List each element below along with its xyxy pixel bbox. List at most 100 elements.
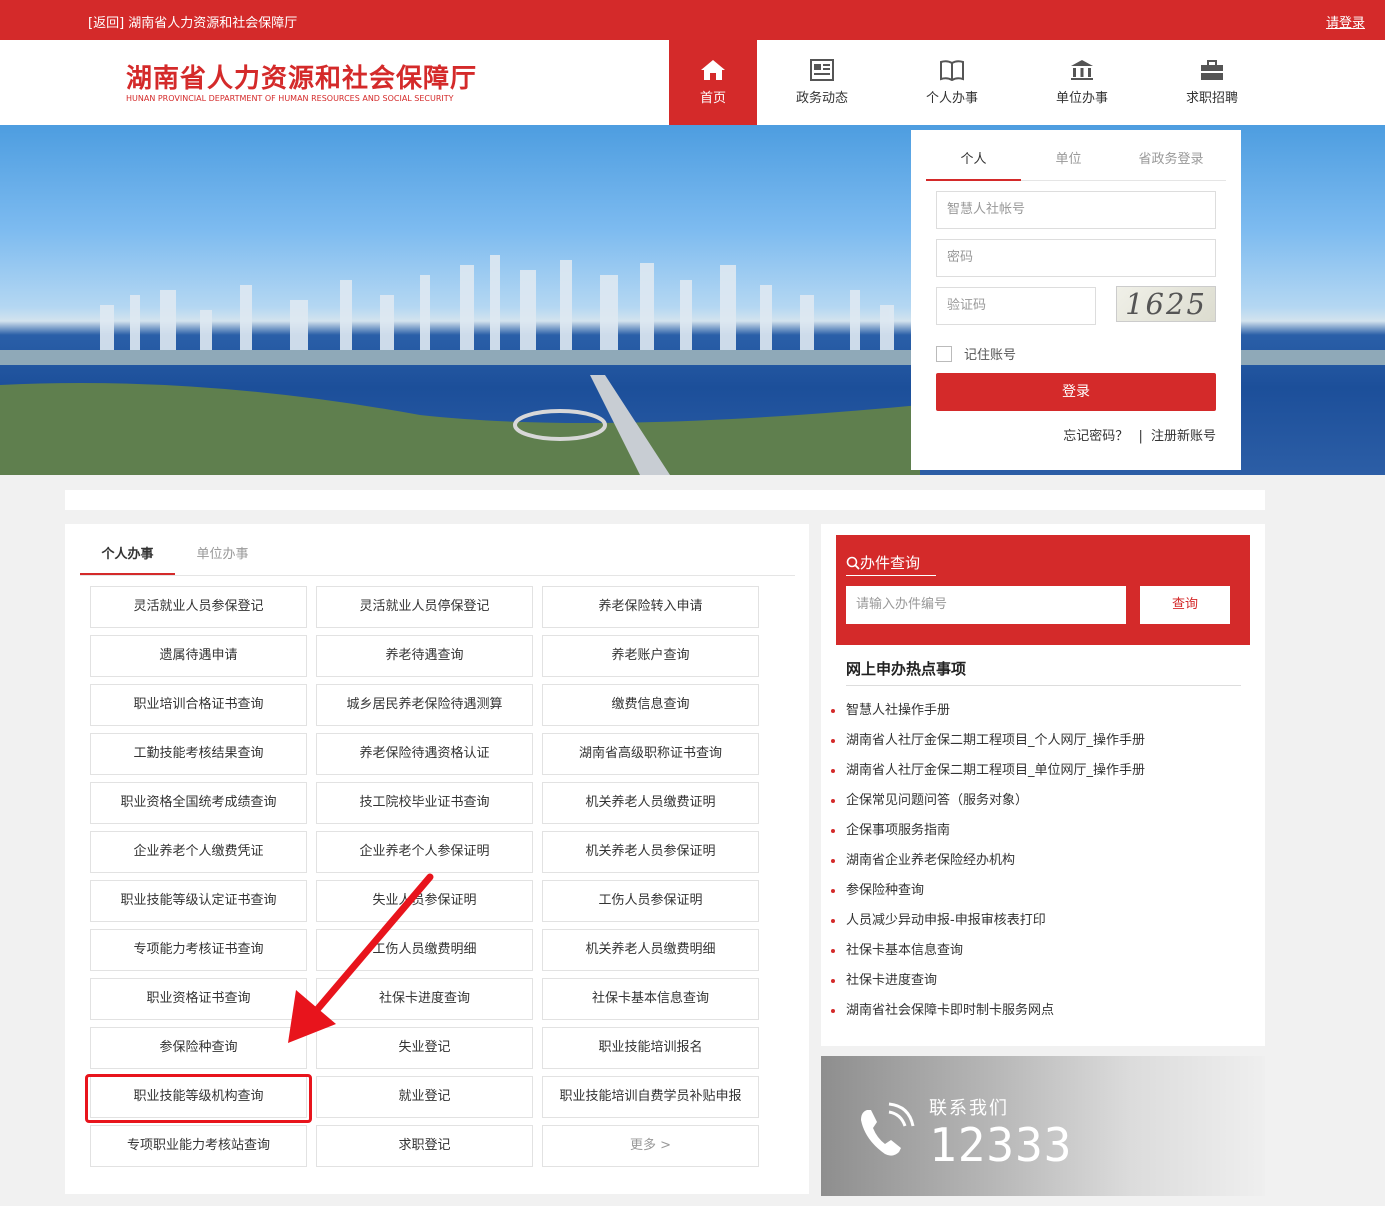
nav-label: 个人办事	[925, 91, 978, 106]
service-item[interactable]: 职业技能等级机构查询	[90, 1076, 307, 1118]
service-item[interactable]: 求职登记	[316, 1125, 533, 1167]
nav-home[interactable]: 首页	[669, 40, 757, 125]
forgot-password-link[interactable]: 忘记密码？	[1063, 429, 1128, 444]
account-input[interactable]: 智慧人社帐号	[936, 191, 1216, 229]
bullet-dot-icon	[831, 709, 835, 713]
service-item[interactable]: 职业技能等级认定证书查询	[90, 880, 307, 922]
hot-item-label: 湖南省企业养老保险经办机构	[846, 853, 1016, 868]
site-header: 湖南省人力资源和社会保障厅 HUNAN PROVINCIAL DEPARTMEN…	[0, 40, 1385, 125]
password-input[interactable]: 密码	[936, 239, 1216, 277]
service-item[interactable]: 机关养老人员缴费明细	[542, 929, 759, 971]
service-item[interactable]: 工伤人员参保证明	[542, 880, 759, 922]
bullet-dot-icon	[831, 979, 835, 983]
service-item[interactable]: 灵活就业人员停保登记	[316, 586, 533, 628]
nav-unit[interactable]: 单位办事	[1017, 40, 1147, 125]
tab-unit[interactable]: 单位	[1021, 148, 1116, 181]
hot-item[interactable]: 湖南省人社厅金保二期工程项目_单位网厅_操作手册	[831, 756, 1145, 786]
link-separator: |	[1138, 429, 1143, 444]
service-item[interactable]: 职业技能培训自费学员补贴申报	[542, 1076, 759, 1118]
service-item[interactable]: 专项职业能力考核站查询	[90, 1125, 307, 1167]
service-item[interactable]: 缴费信息查询	[542, 684, 759, 726]
service-item[interactable]: 失业人员参保证明	[316, 880, 533, 922]
service-item[interactable]: 养老账户查询	[542, 635, 759, 677]
hot-item-label: 参保险种查询	[846, 883, 925, 898]
more-services-link[interactable]: 更多 >	[542, 1125, 759, 1167]
service-item[interactable]: 技工院校毕业证书查询	[316, 782, 533, 824]
bullet-dot-icon	[831, 799, 835, 803]
bullet-dot-icon	[831, 889, 835, 893]
services-tabs: 个人办事 单位办事	[80, 539, 795, 576]
login-link[interactable]: 请登录	[1326, 12, 1365, 31]
service-item[interactable]: 职业资格全国统考成绩查询	[90, 782, 307, 824]
back-link[interactable]: [返回] 湖南省人力资源和社会保障厅	[88, 12, 297, 31]
register-link[interactable]: 注册新账号	[1151, 429, 1216, 444]
service-item[interactable]: 职业培训合格证书查询	[90, 684, 307, 726]
tab-personal-services[interactable]: 个人办事	[80, 539, 175, 575]
service-item[interactable]: 专项能力考核证书查询	[90, 929, 307, 971]
hot-items-list: 智慧人社操作手册湖南省人社厅金保二期工程项目_个人网厅_操作手册湖南省人社厅金保…	[831, 696, 1145, 1026]
service-item[interactable]: 城乡居民养老保险待遇测算	[316, 684, 533, 726]
remember-checkbox[interactable]	[936, 345, 952, 362]
remember-account[interactable]: 记住账号	[936, 344, 1016, 363]
service-item[interactable]: 养老待遇查询	[316, 635, 533, 677]
hot-item-label: 湖南省人社厅金保二期工程项目_个人网厅_操作手册	[846, 733, 1146, 748]
nav-label: 政务动态	[795, 91, 848, 106]
login-links: 忘记密码？ | 注册新账号	[1063, 425, 1216, 444]
case-query-label: 办件查询	[860, 554, 921, 572]
tab-unit-services[interactable]: 单位办事	[175, 539, 270, 575]
contact-banner[interactable]: 联系我们 12333	[821, 1056, 1265, 1196]
home-icon	[701, 60, 725, 80]
service-item[interactable]: 社保卡进度查询	[316, 978, 533, 1020]
service-item[interactable]: 就业登记	[316, 1076, 533, 1118]
hot-item-label: 湖南省社会保障卡即时制卡服务网点	[846, 1003, 1055, 1018]
bullet-dot-icon	[831, 829, 835, 833]
service-item[interactable]: 工勤技能考核结果查询	[90, 733, 307, 775]
tab-personal[interactable]: 个人	[926, 148, 1021, 181]
services-panel: 个人办事 单位办事 灵活就业人员参保登记 灵活就业人员停保登记 养老保险转入申请遗属…	[65, 524, 809, 1194]
service-item[interactable]: 机关养老人员参保证明	[542, 831, 759, 873]
service-item[interactable]: 参保险种查询	[90, 1027, 307, 1069]
logo-title[interactable]: 湖南省人力资源和社会保障厅	[126, 58, 477, 95]
service-item[interactable]: 机关养老人员缴费证明	[542, 782, 759, 824]
hot-items-title: 网上申办热点事项	[846, 658, 1241, 686]
case-number-input[interactable]: 请输入办件编号	[846, 586, 1126, 624]
service-item[interactable]: 遗属待遇申请	[90, 635, 307, 677]
service-item[interactable]: 灵活就业人员参保登记	[90, 586, 307, 628]
hot-item-label: 企保事项服务指南	[846, 823, 951, 838]
hot-item[interactable]: 智慧人社操作手册	[831, 696, 1145, 726]
main-nav: 首页 政务动态 个人办事 单位办事 求职招聘	[669, 40, 1277, 125]
top-bar: [返回] 湖南省人力资源和社会保障厅 请登录	[0, 0, 1385, 40]
hot-item[interactable]: 社保卡进度查询	[831, 966, 1145, 996]
login-button[interactable]: 登录	[936, 373, 1216, 411]
service-item[interactable]: 工伤人员缴费明细	[316, 929, 533, 971]
service-item[interactable]: 养老保险转入申请	[542, 586, 759, 628]
service-item[interactable]: 养老保险待遇资格认证	[316, 733, 533, 775]
hot-item[interactable]: 社保卡基本信息查询	[831, 936, 1145, 966]
tab-gov-login[interactable]: 省政务登录	[1116, 148, 1226, 181]
hot-item[interactable]: 湖南省企业养老保险经办机构	[831, 846, 1145, 876]
hot-item[interactable]: 企保常见问题问答（服务对象）	[831, 786, 1145, 816]
captcha-image[interactable]: 1625	[1116, 286, 1216, 322]
hot-item[interactable]: 湖南省社会保障卡即时制卡服务网点	[831, 996, 1145, 1026]
captcha-input[interactable]: 验证码	[936, 287, 1096, 325]
hot-item[interactable]: 湖南省人社厅金保二期工程项目_个人网厅_操作手册	[831, 726, 1145, 756]
service-item[interactable]: 职业资格证书查询	[90, 978, 307, 1020]
bullet-dot-icon	[831, 769, 835, 773]
service-item[interactable]: 职业技能培训报名	[542, 1027, 759, 1069]
case-query-button[interactable]: 查询	[1140, 586, 1230, 624]
briefcase-icon	[1201, 60, 1223, 80]
hot-item[interactable]: 人员减少异动申报-申报审核表打印	[831, 906, 1145, 936]
nav-news[interactable]: 政务动态	[757, 40, 887, 125]
hot-item-label: 社保卡基本信息查询	[846, 943, 964, 958]
nav-personal[interactable]: 个人办事	[887, 40, 1017, 125]
service-item[interactable]: 湖南省高级职称证书查询	[542, 733, 759, 775]
service-item[interactable]: 企业养老个人缴费凭证	[90, 831, 307, 873]
hot-item[interactable]: 企保事项服务指南	[831, 816, 1145, 846]
service-item[interactable]: 失业登记	[316, 1027, 533, 1069]
notice-strip	[65, 490, 1265, 510]
service-item[interactable]: 社保卡基本信息查询	[542, 978, 759, 1020]
news-icon	[810, 59, 834, 81]
hot-item[interactable]: 参保险种查询	[831, 876, 1145, 906]
service-item[interactable]: 企业养老个人参保证明	[316, 831, 533, 873]
nav-jobs[interactable]: 求职招聘	[1147, 40, 1277, 125]
